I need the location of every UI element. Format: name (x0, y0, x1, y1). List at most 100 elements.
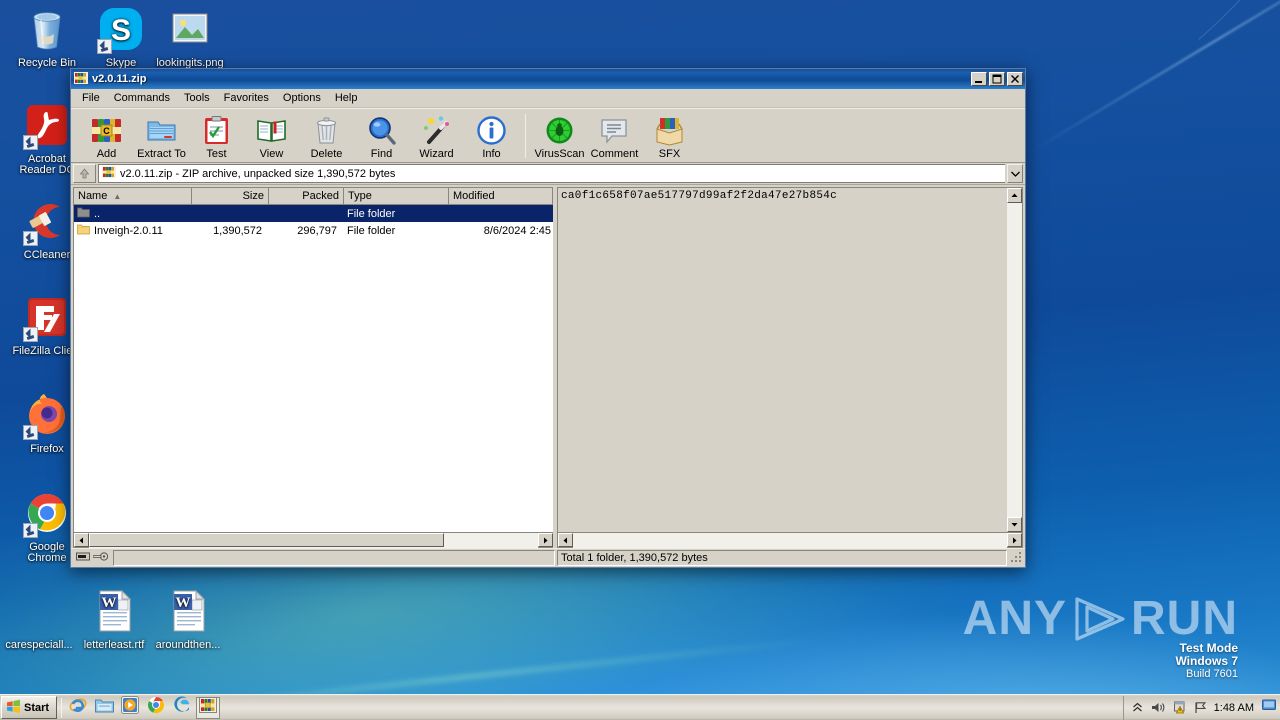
table-row[interactable]: .. File folder (74, 205, 553, 222)
cell-type: File folder (347, 224, 396, 237)
toolbar-button-test[interactable]: Test (189, 112, 244, 160)
status-icons[interactable] (73, 550, 111, 566)
toolbar-button-view[interactable]: View (244, 112, 299, 160)
desktop-icon-recycle-bin[interactable]: Recycle Bin (8, 6, 86, 69)
comment-hscroll-track[interactable] (573, 532, 1007, 548)
desktop-icon-skype[interactable]: S Skype (82, 6, 160, 69)
minimize-button[interactable] (971, 72, 987, 86)
column-header-type[interactable]: Type (344, 188, 449, 205)
chevron-down-icon[interactable] (1007, 164, 1023, 183)
taskbar-button-internet-explorer[interactable] (66, 697, 90, 719)
desktop-icon-aroundthen[interactable]: W aroundthen... (149, 588, 227, 651)
quick-launch-bar[interactable] (66, 696, 221, 719)
taskbar-button-media-player[interactable] (118, 696, 142, 719)
comment-scroll-left-button[interactable] (558, 533, 573, 547)
menu-item-tools[interactable]: Tools (177, 90, 217, 106)
scroll-right-button[interactable] (538, 533, 553, 547)
scroll-left-button[interactable] (74, 533, 89, 547)
cell-type: File folder (347, 207, 396, 220)
hscroll-track[interactable] (89, 532, 538, 548)
image-icon (166, 6, 214, 54)
address-bar[interactable]: v2.0.11.zip - ZIP archive, unpacked size… (71, 163, 1025, 185)
winrar-books-icon (74, 71, 88, 88)
comment-vscrollbar[interactable] (1007, 188, 1022, 532)
hscroll-thumb[interactable] (89, 532, 444, 547)
taskbar-button-google-chrome[interactable] (144, 697, 168, 719)
taskbar[interactable]: Start 1:48 AM (0, 694, 1280, 720)
archive-comment-text[interactable]: ca0f1c658f07ae517797d99af2f2da47e27b854c (558, 188, 1007, 532)
toolbar-button-delete[interactable]: Delete (299, 112, 354, 160)
taskbar-button-edge-browser[interactable] (170, 696, 194, 719)
column-headers[interactable]: Name ▲ Size Packed Type Modified (74, 188, 553, 205)
desktop-icon-lookingits-png[interactable]: lookingits.png (151, 6, 229, 69)
network-flag-icon[interactable] (1193, 700, 1209, 716)
up-one-level-button[interactable] (73, 164, 96, 183)
open-box-icon (642, 114, 697, 147)
toolbar-button-virusscan[interactable]: VirusScan (532, 112, 587, 160)
scroll-up-button[interactable] (1007, 188, 1022, 203)
toolbar-button-label: Wizard (419, 148, 454, 160)
menu-item-help[interactable]: Help (328, 90, 365, 106)
comment-pane[interactable]: ca0f1c658f07ae517797d99af2f2da47e27b854c (557, 187, 1023, 548)
key-icon[interactable] (92, 551, 109, 565)
firefox-icon (23, 392, 71, 440)
archive-path-field[interactable]: v2.0.11.zip - ZIP archive, unpacked size… (98, 164, 1005, 183)
green-shield-bug-icon (532, 114, 587, 147)
taskbar-button-windows-explorer[interactable] (92, 697, 116, 719)
cell-packed: 296,797 (297, 224, 337, 237)
svg-text:W: W (102, 595, 117, 611)
toolbar-button-extract-to[interactable]: Extract To (134, 112, 189, 160)
maximize-button[interactable] (989, 72, 1005, 86)
show-desktop-icon[interactable] (1262, 698, 1276, 718)
file-list-hscrollbar[interactable] (74, 532, 553, 548)
action-center-flag-warning-icon[interactable] (1172, 700, 1188, 716)
comment-hscrollbar[interactable] (558, 532, 1022, 548)
menu-item-commands[interactable]: Commands (107, 90, 177, 106)
menu-bar[interactable]: File Commands Tools Favorites Options Help (71, 89, 1025, 108)
cell-modified: 8/6/2024 2:45 (483, 224, 551, 237)
resize-grip[interactable] (1011, 552, 1023, 564)
toolbar-button-find[interactable]: Find (354, 112, 409, 160)
toolbar-button-info[interactable]: Info (464, 112, 519, 160)
column-header-name[interactable]: Name ▲ (74, 188, 192, 205)
file-list[interactable]: .. File folder Inveigh-2.0.11 1,390,572 296… (74, 205, 553, 532)
toolbar-button-comment[interactable]: Comment (587, 112, 642, 160)
table-row[interactable]: Inveigh-2.0.11 1,390,572 296,797 File folde… (74, 222, 553, 239)
chevron-up-icon[interactable] (1130, 700, 1146, 716)
taskbar-button-winrar-task[interactable] (196, 696, 221, 719)
menu-item-options[interactable]: Options (276, 90, 328, 106)
speaker-icon[interactable] (1151, 700, 1167, 716)
info-circle-icon (464, 114, 519, 147)
toolbar[interactable]: C Add Extract To Test View Delete Find W… (71, 108, 1025, 163)
column-header-size[interactable]: Size (192, 188, 269, 205)
shortcut-overlay-icon (23, 231, 38, 246)
column-header-modified[interactable]: Modified (449, 188, 553, 205)
column-header-packed[interactable]: Packed (269, 188, 344, 205)
window-controls[interactable] (971, 72, 1023, 86)
clock[interactable]: 1:48 AM (1214, 702, 1254, 714)
media-player-icon (121, 696, 140, 719)
column-header-label: Packed (302, 190, 339, 202)
window-titlebar[interactable]: v2.0.11.zip (71, 69, 1025, 89)
desktop-icon-letterleast-rtf[interactable]: W letterleast.rtf (75, 588, 153, 651)
shortcut-overlay-icon (23, 327, 38, 342)
vscroll-track[interactable] (1007, 203, 1022, 517)
drive-icon[interactable] (76, 551, 90, 565)
menu-item-file[interactable]: File (75, 90, 107, 106)
menu-item-favorites[interactable]: Favorites (217, 90, 276, 106)
system-tray[interactable]: 1:48 AM (1122, 695, 1280, 720)
file-list-pane[interactable]: Name ▲ Size Packed Type Modified .. File folde… (73, 187, 553, 548)
close-button[interactable] (1007, 72, 1023, 86)
desktop-icon-carespeciall[interactable]: carespeciall... (0, 588, 78, 651)
winrar-books-icon (199, 696, 218, 719)
start-button[interactable]: Start (1, 696, 58, 719)
word-icon: W (90, 588, 138, 636)
clipboard-check-icon (189, 114, 244, 147)
scroll-down-button[interactable] (1007, 517, 1022, 532)
toolbar-button-add[interactable]: C Add (79, 112, 134, 160)
toolbar-button-wizard[interactable]: Wizard (409, 112, 464, 160)
winrar-window[interactable]: v2.0.11.zip File Commands Tools Favorites Op… (70, 68, 1026, 568)
start-label: Start (24, 701, 50, 714)
comment-scroll-right-button[interactable] (1007, 533, 1022, 547)
toolbar-button-sfx[interactable]: SFX (642, 112, 697, 160)
